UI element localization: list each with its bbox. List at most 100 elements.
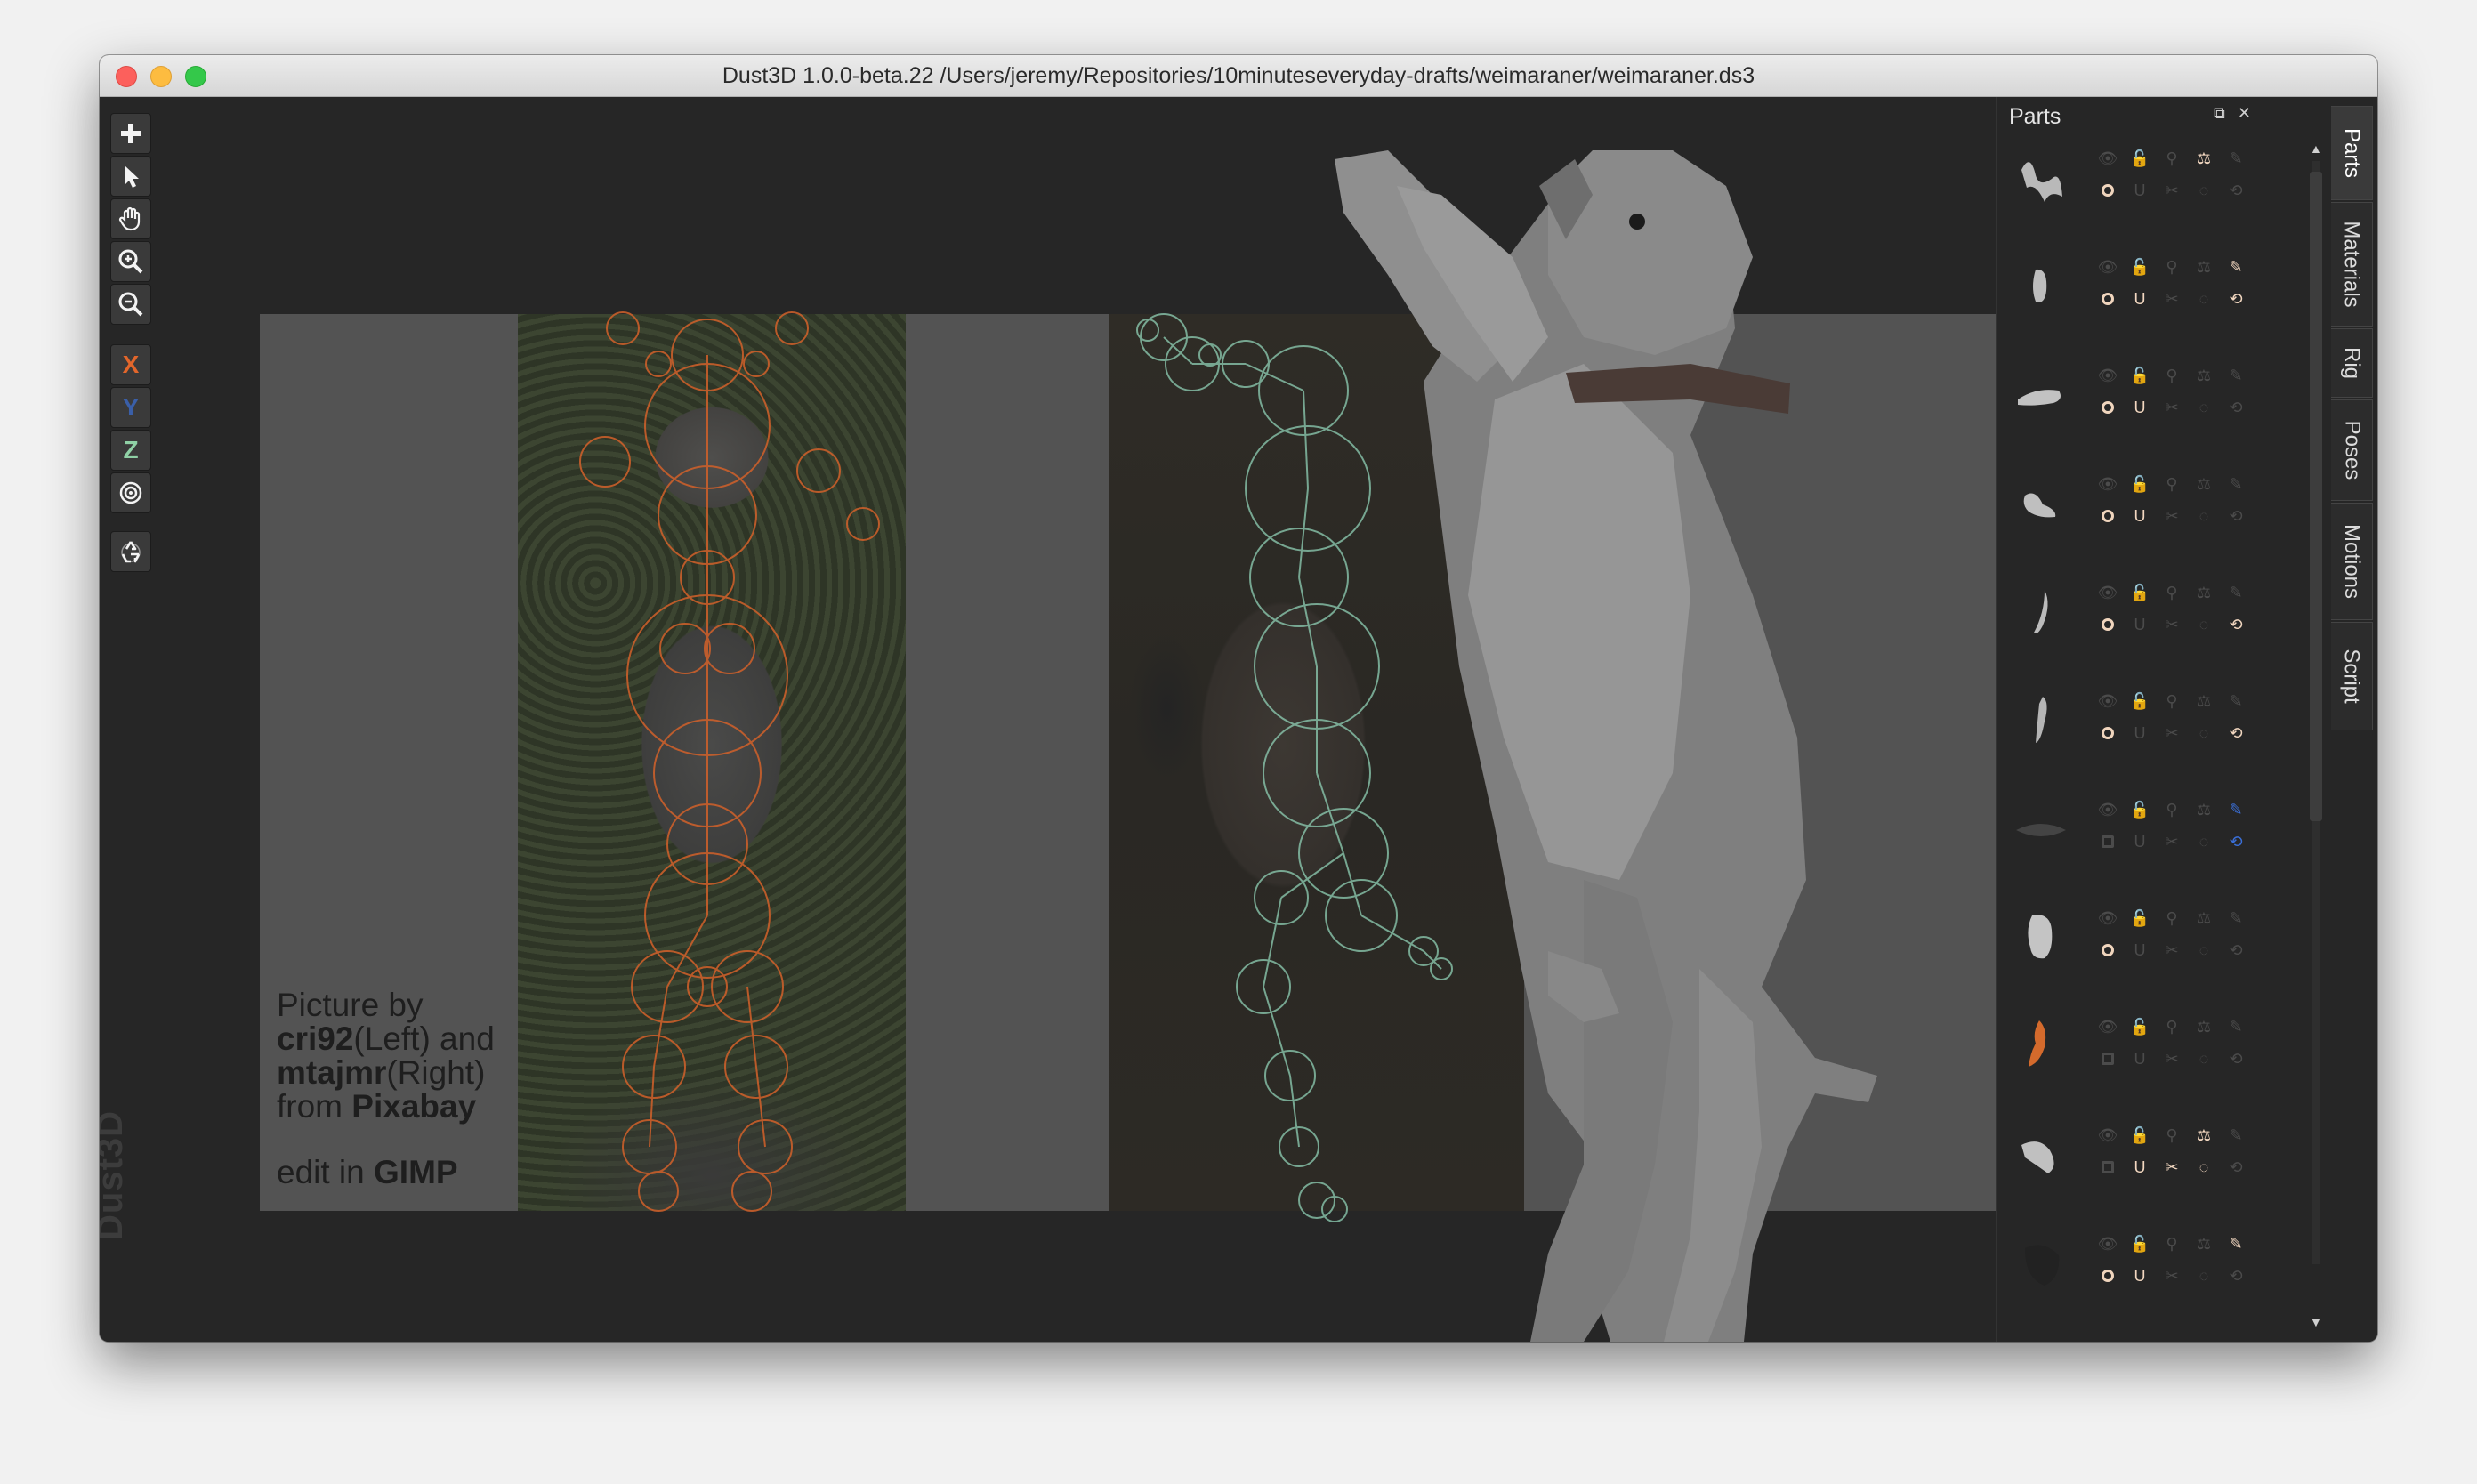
link-icon[interactable]: ⚲: [2162, 366, 2182, 385]
pencil-icon[interactable]: ✎: [2226, 474, 2246, 494]
wrap-icon[interactable]: ⟲: [2226, 940, 2246, 960]
magnet-icon[interactable]: U: [2130, 181, 2150, 200]
wrap-icon[interactable]: ⟲: [2226, 1049, 2246, 1069]
lock-icon[interactable]: 🔓: [2130, 1125, 2150, 1145]
parts-scrollbar[interactable]: ▲ ▼: [2306, 136, 2324, 1342]
eye-icon[interactable]: 👁: [2098, 800, 2118, 819]
balance-icon[interactable]: ⚖: [2194, 366, 2214, 385]
part-thumbnail[interactable]: [2009, 686, 2073, 750]
wrap-icon[interactable]: ⟲: [2226, 398, 2246, 417]
pencil-icon[interactable]: ✎: [2226, 800, 2246, 819]
front-node-16[interactable]: [606, 311, 640, 345]
subdivide-icon[interactable]: ◌: [2194, 289, 2214, 309]
ring-icon[interactable]: [2098, 1266, 2118, 1286]
scissors-icon[interactable]: ✂: [2162, 1049, 2182, 1069]
front-node-21[interactable]: [645, 351, 672, 377]
ring-icon[interactable]: [2098, 615, 2118, 634]
add-tool-button[interactable]: [110, 113, 151, 154]
eye-icon[interactable]: 👁: [2098, 1234, 2118, 1254]
eye-icon[interactable]: 👁: [2098, 474, 2118, 494]
magnet-icon[interactable]: U: [2130, 615, 2150, 634]
x-axis-lock-button[interactable]: X: [110, 344, 151, 385]
tab-rig[interactable]: Rig: [2331, 328, 2373, 398]
scissors-icon[interactable]: ✂: [2162, 289, 2182, 309]
subdivide-icon[interactable]: ◌: [2194, 1157, 2214, 1177]
eye-icon[interactable]: 👁: [2098, 149, 2118, 168]
eye-icon[interactable]: 👁: [2098, 366, 2118, 385]
magnet-icon[interactable]: U: [2130, 506, 2150, 526]
tab-script[interactable]: Script: [2331, 622, 2373, 730]
link-icon[interactable]: ⚲: [2162, 1234, 2182, 1254]
pencil-icon[interactable]: ✎: [2226, 691, 2246, 711]
eye-icon[interactable]: 👁: [2098, 1125, 2118, 1145]
lock-icon[interactable]: 🔓: [2130, 257, 2150, 277]
part-row[interactable]: 👁 🔓 ⚲ ⚖ ✎ U ✂ ◌ ⟲: [1997, 787, 2299, 883]
front-node-14[interactable]: [638, 1171, 679, 1212]
part-row[interactable]: 👁 🔓 ⚲ ⚖ ✎ U ✂ ◌ ⟲: [1997, 1222, 2299, 1318]
pencil-icon[interactable]: ✎: [2226, 583, 2246, 602]
scissors-icon[interactable]: ✂: [2162, 181, 2182, 200]
magnet-icon[interactable]: U: [2130, 940, 2150, 960]
front-node-20[interactable]: [846, 507, 880, 541]
lock-icon[interactable]: 🔓: [2130, 908, 2150, 928]
float-window-icon[interactable]: ⧉: [2214, 104, 2225, 123]
ring-icon[interactable]: [2098, 181, 2118, 200]
part-thumbnail[interactable]: [2009, 360, 2073, 424]
scrollbar-thumb[interactable]: [2310, 172, 2322, 821]
y-axis-lock-button[interactable]: Y: [110, 387, 151, 428]
front-node-18[interactable]: [579, 436, 631, 488]
editor-canvas[interactable]: Picture by cri92(Left) and mtajmr(Right)…: [160, 97, 2089, 1342]
front-node-15[interactable]: [731, 1171, 772, 1212]
wrap-icon[interactable]: ⟲: [2226, 506, 2246, 526]
subdivide-icon[interactable]: ◌: [2194, 506, 2214, 526]
pencil-icon[interactable]: ✎: [2226, 1234, 2246, 1254]
balance-icon[interactable]: ⚖: [2194, 149, 2214, 168]
balance-icon[interactable]: ⚖: [2194, 908, 2214, 928]
magnet-icon[interactable]: U: [2130, 1157, 2150, 1177]
part-row[interactable]: 👁 🔓 ⚲ ⚖ ✎ U ✂ ◌ ⟲: [1997, 245, 2299, 341]
ring-icon[interactable]: [2098, 506, 2118, 526]
front-node-24[interactable]: [659, 623, 711, 674]
lock-icon[interactable]: 🔓: [2130, 366, 2150, 385]
link-icon[interactable]: ⚲: [2162, 1125, 2182, 1145]
radius-lock-button[interactable]: [110, 472, 151, 513]
link-icon[interactable]: ⚲: [2162, 800, 2182, 819]
wrap-icon[interactable]: ⟲: [2226, 289, 2246, 309]
balance-icon[interactable]: ⚖: [2194, 583, 2214, 602]
tab-parts[interactable]: Parts: [2331, 106, 2373, 200]
link-icon[interactable]: ⚲: [2162, 474, 2182, 494]
pencil-icon[interactable]: ✎: [2226, 149, 2246, 168]
part-thumbnail[interactable]: [2009, 469, 2073, 533]
balance-icon[interactable]: ⚖: [2194, 1125, 2214, 1145]
front-node-25[interactable]: [704, 623, 755, 674]
link-icon[interactable]: ⚲: [2162, 908, 2182, 928]
subdivide-icon[interactable]: ◌: [2194, 1266, 2214, 1286]
part-thumbnail[interactable]: [2009, 794, 2073, 859]
part-thumbnail[interactable]: [2009, 252, 2073, 316]
balance-icon[interactable]: ⚖: [2194, 691, 2214, 711]
subdivide-icon[interactable]: ◌: [2194, 832, 2214, 851]
pencil-icon[interactable]: ✎: [2226, 1017, 2246, 1036]
balance-icon[interactable]: ⚖: [2194, 1234, 2214, 1254]
eye-icon[interactable]: 👁: [2098, 691, 2118, 711]
lock-icon[interactable]: 🔓: [2130, 800, 2150, 819]
subdivide-icon[interactable]: ◌: [2194, 398, 2214, 417]
magnet-icon[interactable]: U: [2130, 1049, 2150, 1069]
ring-icon[interactable]: [2098, 940, 2118, 960]
zoom-in-button[interactable]: [110, 241, 151, 282]
ring-icon[interactable]: [2098, 832, 2118, 851]
balance-icon[interactable]: ⚖: [2194, 474, 2214, 494]
part-thumbnail[interactable]: [2009, 1229, 2073, 1293]
ring-icon[interactable]: [2098, 723, 2118, 743]
pencil-icon[interactable]: ✎: [2226, 257, 2246, 277]
part-thumbnail[interactable]: [2009, 1012, 2073, 1076]
side-node-14[interactable]: [1298, 1182, 1335, 1219]
wrap-icon[interactable]: ⟲: [2226, 723, 2246, 743]
part-thumbnail[interactable]: [2009, 1337, 2073, 1342]
tab-motions[interactable]: Motions: [2331, 503, 2373, 620]
wrap-icon[interactable]: ⟲: [2226, 615, 2246, 634]
link-icon[interactable]: ⚲: [2162, 691, 2182, 711]
scissors-icon[interactable]: ✂: [2162, 506, 2182, 526]
lock-icon[interactable]: 🔓: [2130, 1234, 2150, 1254]
ring-icon[interactable]: [2098, 289, 2118, 309]
